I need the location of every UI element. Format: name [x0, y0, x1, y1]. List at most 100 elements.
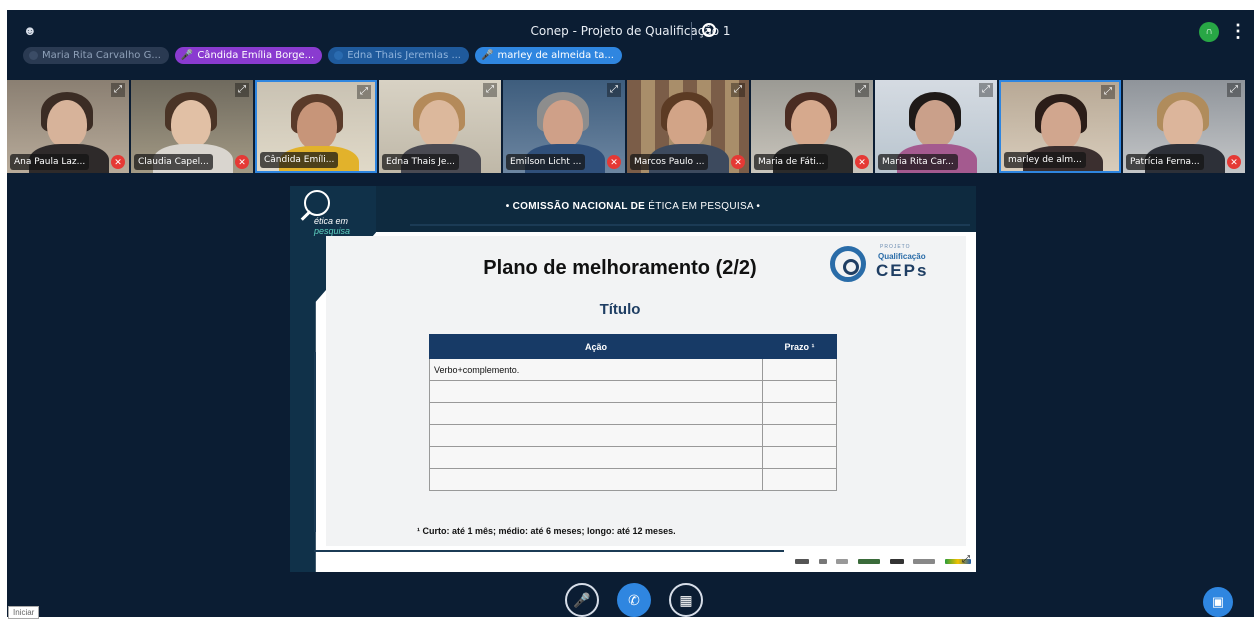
- person-figure: [1163, 100, 1203, 148]
- expand-icon[interactable]: ⤢: [1101, 85, 1115, 99]
- participant-name: Maria Rita Car...: [878, 154, 958, 170]
- speaker-chip[interactable]: Maria Rita Carvalho G...: [23, 47, 169, 64]
- expand-icon[interactable]: ⤢: [855, 83, 869, 97]
- title-divider: [691, 22, 692, 40]
- person-figure: [419, 100, 459, 148]
- person-figure: [47, 100, 87, 148]
- mic-icon: 🎤: [180, 50, 194, 61]
- table-cell: [762, 358, 837, 381]
- muted-mic-icon: ✕: [1227, 155, 1241, 169]
- participant-video-strip: ⤢ Ana Paula Laz... ✕ ⤢ Claudia Capel... …: [7, 80, 1245, 173]
- expand-icon[interactable]: ⤢: [607, 83, 621, 97]
- participant-name: marley de alm...: [1004, 152, 1086, 168]
- participant-name: Edna Thais Je...: [382, 154, 460, 170]
- table-row: [429, 468, 837, 491]
- call-controls: 🎤 ✆ ▦: [565, 583, 703, 617]
- participant-tile[interactable]: ⤢ Emilson Licht ... ✕: [503, 80, 625, 173]
- participant-tile[interactable]: ⤢ Claudia Capel... ✕: [131, 80, 253, 173]
- speaker-dot-icon: [29, 51, 38, 60]
- expand-icon[interactable]: ⤢: [111, 83, 125, 97]
- toggle-camera-button[interactable]: ▦: [669, 583, 703, 617]
- partner-logo: [818, 558, 827, 564]
- person-figure: [1041, 102, 1081, 150]
- speaker-chip[interactable]: 🎤 marley de almeida ta...: [475, 47, 622, 64]
- slide-divider: [314, 550, 784, 552]
- table-cell: [762, 446, 837, 469]
- table-cell: [762, 424, 837, 447]
- table-header-row: Ação Prazo ¹: [429, 334, 837, 359]
- expand-icon[interactable]: ⤢: [357, 85, 371, 99]
- muted-mic-icon: ✕: [855, 155, 869, 169]
- participant-name: Emilson Licht ...: [506, 154, 586, 170]
- shared-presentation-slide[interactable]: ética em pesquisa • COMISSÃO NACIONAL DE…: [290, 186, 976, 572]
- partner-logo: [889, 558, 904, 564]
- logo-text: pesquisa: [314, 226, 351, 236]
- end-call-button[interactable]: ✆: [617, 583, 651, 617]
- expand-icon[interactable]: ⤢: [979, 83, 993, 97]
- participant-tile[interactable]: ⤢ Ana Paula Laz... ✕: [7, 80, 129, 173]
- connection-signal-icon[interactable]: ∩: [1199, 22, 1219, 42]
- table-row: [429, 402, 837, 425]
- person-figure: [171, 100, 211, 148]
- table-row: Verbo+complemento.: [429, 358, 837, 381]
- person-figure: [667, 100, 707, 148]
- participant-tile[interactable]: ⤢ Maria de Fáti... ✕: [751, 80, 873, 173]
- person-figure: [297, 102, 337, 150]
- participant-name: Claudia Capel...: [134, 154, 213, 170]
- partner-logo: [794, 558, 809, 564]
- participant-name: Patrícia Ferna...: [1126, 154, 1204, 170]
- partner-logos-strip: [780, 550, 976, 572]
- muted-mic-icon: ✕: [607, 155, 621, 169]
- mic-icon: 🎤: [481, 50, 494, 61]
- table-cell: [429, 402, 763, 425]
- participant-tile[interactable]: ⤢ Edna Thais Je...: [379, 80, 501, 173]
- expand-icon[interactable]: ⤢: [962, 554, 974, 566]
- more-options-icon[interactable]: ⋮: [1229, 20, 1247, 42]
- participant-name: Maria de Fáti...: [754, 154, 829, 170]
- partner-logo: [857, 558, 880, 564]
- participant-name: Cândida Emíli...: [260, 152, 339, 168]
- slide-footnote: ¹ Curto: até 1 mês; médio: até 6 meses; …: [417, 526, 676, 536]
- partner-logo: [913, 558, 936, 564]
- expand-icon[interactable]: ⤢: [235, 83, 249, 97]
- meeting-title: Conep - Projeto de Qualificação 1: [530, 24, 731, 38]
- table-cell: [429, 380, 763, 403]
- active-speakers-bar: Maria Rita Carvalho G... 🎤 Cândida Emíli…: [23, 47, 622, 64]
- muted-mic-icon: ✕: [111, 155, 125, 169]
- participant-name: Marcos Paulo ...: [630, 154, 709, 170]
- expand-icon[interactable]: ⤢: [483, 83, 497, 97]
- record-icon[interactable]: [702, 23, 716, 37]
- ceps-qualificacao: Qualificação: [878, 252, 926, 261]
- expand-icon[interactable]: ⤢: [731, 83, 745, 97]
- slide-title: Plano de melhoramento (2/2): [483, 257, 757, 279]
- header-rest: ÉTICA EM PESQUISA •: [645, 201, 761, 212]
- muted-mic-icon: ✕: [731, 155, 745, 169]
- table-row: [429, 446, 837, 469]
- etica-em-pesquisa-logo: ética em pesquisa: [298, 190, 358, 242]
- table-cell: [762, 402, 837, 425]
- person-figure: [791, 100, 831, 148]
- participant-tile[interactable]: ⤢ Patrícia Ferna... ✕: [1123, 80, 1245, 173]
- speaker-chip[interactable]: 🎤 Cândida Emília Borge...: [174, 47, 323, 64]
- meeting-window: ☻ Conep - Projeto de Qualificação 1 ∩ ⋮ …: [7, 10, 1254, 617]
- speaker-chip-label: Cândida Emília Borge...: [197, 50, 315, 61]
- speaker-dot-icon: [334, 51, 344, 60]
- participant-tile[interactable]: ⤢ Cândida Emíli...: [255, 80, 377, 173]
- partner-logo: [836, 558, 849, 564]
- speaker-chip-label: marley de almeida ta...: [497, 50, 614, 61]
- speaker-chip[interactable]: Edna Thais Jeremias ...: [328, 47, 469, 64]
- expand-icon[interactable]: ⤢: [1227, 83, 1241, 97]
- participant-tile[interactable]: ⤢ Marcos Paulo ... ✕: [627, 80, 749, 173]
- participant-tile[interactable]: ⤢ Maria Rita Car...: [875, 80, 997, 173]
- present-screen-button[interactable]: ▣: [1203, 587, 1233, 617]
- header-bold: • COMISSÃO NACIONAL DE: [505, 201, 646, 212]
- slide-subtitle: Título: [599, 301, 641, 318]
- slide-divider: [314, 352, 316, 532]
- person-figure: [915, 100, 955, 148]
- table-cell: [762, 468, 837, 491]
- muted-mic-icon: ✕: [235, 155, 249, 169]
- mute-microphone-button[interactable]: 🎤: [565, 583, 599, 617]
- participant-name: Ana Paula Laz...: [10, 154, 90, 170]
- participant-tile[interactable]: ⤢ marley de alm...: [999, 80, 1121, 173]
- column-header: Prazo ¹: [762, 334, 837, 359]
